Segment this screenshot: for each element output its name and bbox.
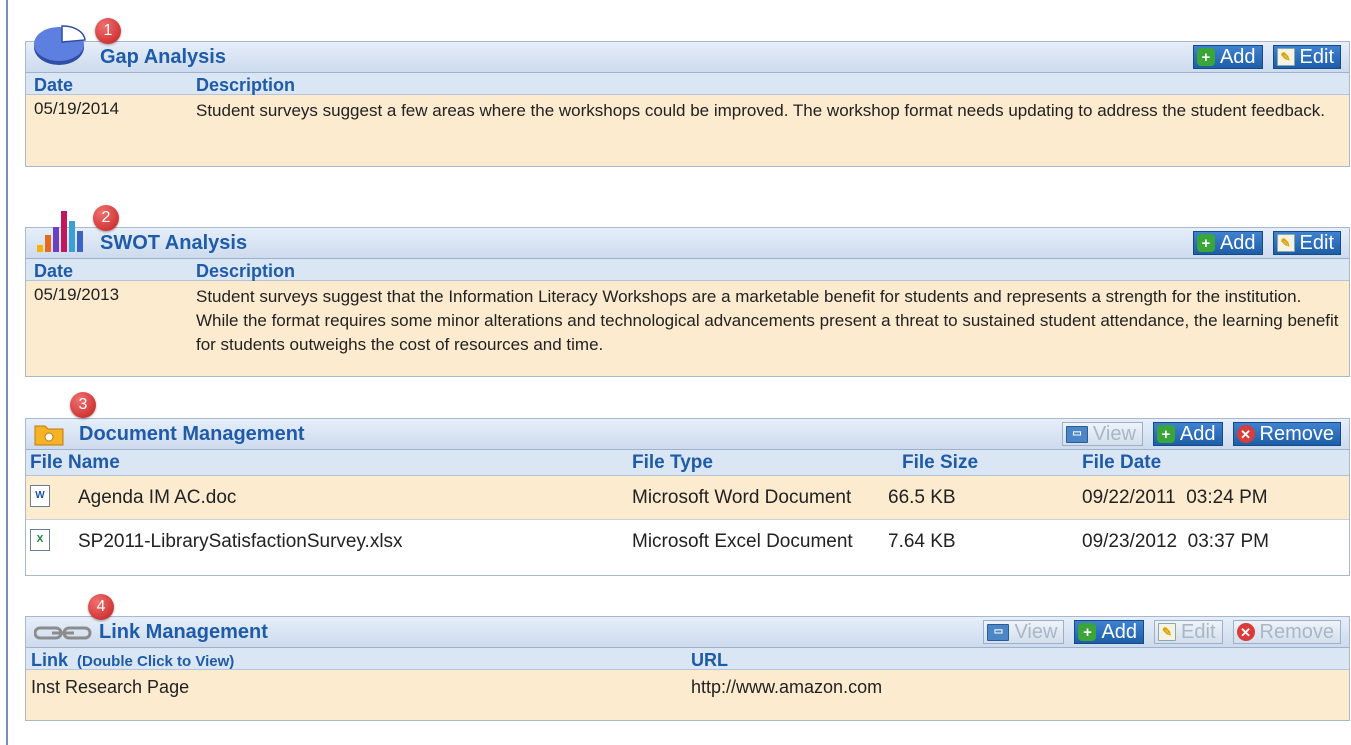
file-size: 66.5 KB [888, 487, 956, 508]
document-management-toolbar: ▭ View + Add ✕ Remove [1061, 422, 1341, 446]
view-button-label: View [1014, 620, 1058, 643]
step-badge-4: 4 [88, 594, 114, 620]
description-column-header: Description [196, 261, 296, 281]
monitor-icon: ▭ [1065, 425, 1088, 443]
file-date: 09/23/2012 03:37 PM [1082, 531, 1269, 552]
document-management-panel: Document Management ▭ View + Add ✕ Remov… [25, 418, 1350, 576]
document-management-header: Document Management ▭ View + Add ✕ Remov… [26, 419, 1349, 450]
add-icon: + [1196, 234, 1215, 252]
step-badge-1: 1 [95, 18, 121, 44]
add-button-label: Add [1219, 45, 1256, 68]
monitor-icon: ▭ [987, 623, 1010, 641]
table-row[interactable]: Inst Research Page http://www.amazon.com [26, 670, 1349, 708]
link-management-toolbar: ▭ View + Add ✎ Edit ✕ Remove [983, 620, 1341, 644]
remove-icon: ✕ [1236, 425, 1255, 443]
link-name: Inst Research Page [31, 677, 190, 697]
excel-doc-icon: X [30, 529, 50, 551]
document-column-headers: File Name File Type File Size File Date [26, 450, 1349, 476]
remove-icon: ✕ [1236, 623, 1255, 641]
add-button-label: Add [1101, 620, 1138, 643]
gap-analysis-panel: + Add ✎ Edit Gap Analysis Date Descripti… [25, 41, 1350, 167]
chain-link-icon [34, 626, 92, 640]
table-row[interactable]: X SP2011-LibrarySatisfactionSurvey.xlsx … [26, 520, 1349, 563]
folder-icon [34, 425, 64, 446]
step-badge-2: 2 [93, 205, 119, 231]
link-management-title: Link Management [99, 621, 268, 643]
add-icon: + [1078, 623, 1097, 641]
link-management-header: Link Management ▭ View + Add ✎ Edit ✕ Re… [26, 617, 1349, 648]
gap-analysis-title: Gap Analysis [100, 46, 226, 68]
file-type: Microsoft Word Document [632, 487, 852, 508]
file-name-column-header: File Name [30, 452, 120, 473]
link-management-panel: Link Management ▭ View + Add ✎ Edit ✕ Re… [25, 616, 1350, 721]
remove-button-label: Remove [1259, 620, 1334, 643]
remove-button-label: Remove [1259, 422, 1334, 445]
swot-add-button[interactable]: + Add [1192, 231, 1263, 255]
link-column-header: Link (Double Click to View) [31, 650, 234, 671]
file-name: SP2011-LibrarySatisfactionSurvey.xlsx [78, 531, 403, 552]
swot-analysis-toolbar: + Add ✎ Edit [1192, 231, 1341, 255]
date-column-header: Date [34, 261, 74, 281]
pie-chart-icon [34, 25, 86, 65]
url-column-header: URL [691, 650, 728, 670]
add-icon: + [1196, 48, 1215, 66]
swot-analysis-title: SWOT Analysis [100, 232, 248, 254]
link-header-label: Link [31, 650, 69, 670]
edit-button-label: Edit [1299, 45, 1334, 68]
link-view-button[interactable]: ▭ View [983, 620, 1065, 644]
edit-icon: ✎ [1276, 48, 1295, 66]
edit-button-label: Edit [1181, 620, 1216, 643]
step-badge-3: 3 [70, 392, 96, 418]
document-view-button[interactable]: ▭ View [1061, 422, 1143, 446]
table-row[interactable]: W Agenda IM AC.doc Microsoft Word Docume… [26, 476, 1349, 520]
edit-button-label: Edit [1299, 231, 1334, 254]
gap-column-headers: Date Description [26, 73, 1349, 95]
table-row[interactable]: 05/19/2013 Student surveys suggest that … [26, 281, 1349, 357]
table-row[interactable]: 05/19/2014 Student surveys suggest a few… [26, 95, 1349, 147]
gap-analysis-toolbar: + Add ✎ Edit [1192, 45, 1341, 69]
swot-analysis-header: + Add ✎ Edit SWOT Analysis [26, 228, 1349, 259]
add-button-label: Add [1219, 231, 1256, 254]
view-button-label: View [1092, 422, 1136, 445]
word-doc-icon: W [30, 485, 50, 507]
link-edit-button[interactable]: ✎ Edit [1154, 620, 1223, 644]
row-description: Student surveys suggest a few areas wher… [196, 101, 1325, 120]
file-size-column-header: File Size [902, 452, 979, 473]
file-type-column-header: File Type [632, 452, 713, 473]
file-date: 09/22/2011 03:24 PM [1082, 487, 1268, 508]
edit-icon: ✎ [1276, 234, 1295, 252]
file-type: Microsoft Excel Document [632, 531, 853, 552]
file-date-column-header: File Date [1082, 452, 1162, 473]
swot-column-headers: Date Description [26, 259, 1349, 281]
file-name: Agenda IM AC.doc [78, 487, 237, 508]
row-description: Student surveys suggest that the Informa… [196, 287, 1339, 354]
gap-analysis-header: + Add ✎ Edit Gap Analysis [26, 42, 1349, 73]
file-size: 7.64 KB [888, 531, 956, 552]
swot-edit-button[interactable]: ✎ Edit [1272, 231, 1341, 255]
left-border [6, 0, 8, 745]
gap-add-button[interactable]: + Add [1192, 45, 1263, 69]
date-column-header: Date [34, 75, 74, 95]
link-add-button[interactable]: + Add [1074, 620, 1145, 644]
link-remove-button[interactable]: ✕ Remove [1232, 620, 1341, 644]
edit-icon: ✎ [1158, 623, 1177, 641]
gap-edit-button[interactable]: ✎ Edit [1272, 45, 1341, 69]
link-url: http://www.amazon.com [691, 677, 883, 697]
link-header-hint: (Double Click to View) [77, 653, 235, 670]
row-date: 05/19/2014 [34, 99, 120, 118]
bar-chart-icon [37, 211, 83, 252]
document-remove-button[interactable]: ✕ Remove [1232, 422, 1341, 446]
link-column-headers: Link (Double Click to View) URL [26, 648, 1349, 670]
add-icon: + [1156, 425, 1175, 443]
document-add-button[interactable]: + Add [1152, 422, 1223, 446]
swot-analysis-panel: + Add ✎ Edit SWOT Analysis Date Descript… [25, 227, 1350, 377]
description-column-header: Description [196, 75, 296, 95]
row-date: 05/19/2013 [34, 285, 120, 304]
add-button-label: Add [1179, 422, 1216, 445]
document-management-title: Document Management [79, 423, 305, 445]
